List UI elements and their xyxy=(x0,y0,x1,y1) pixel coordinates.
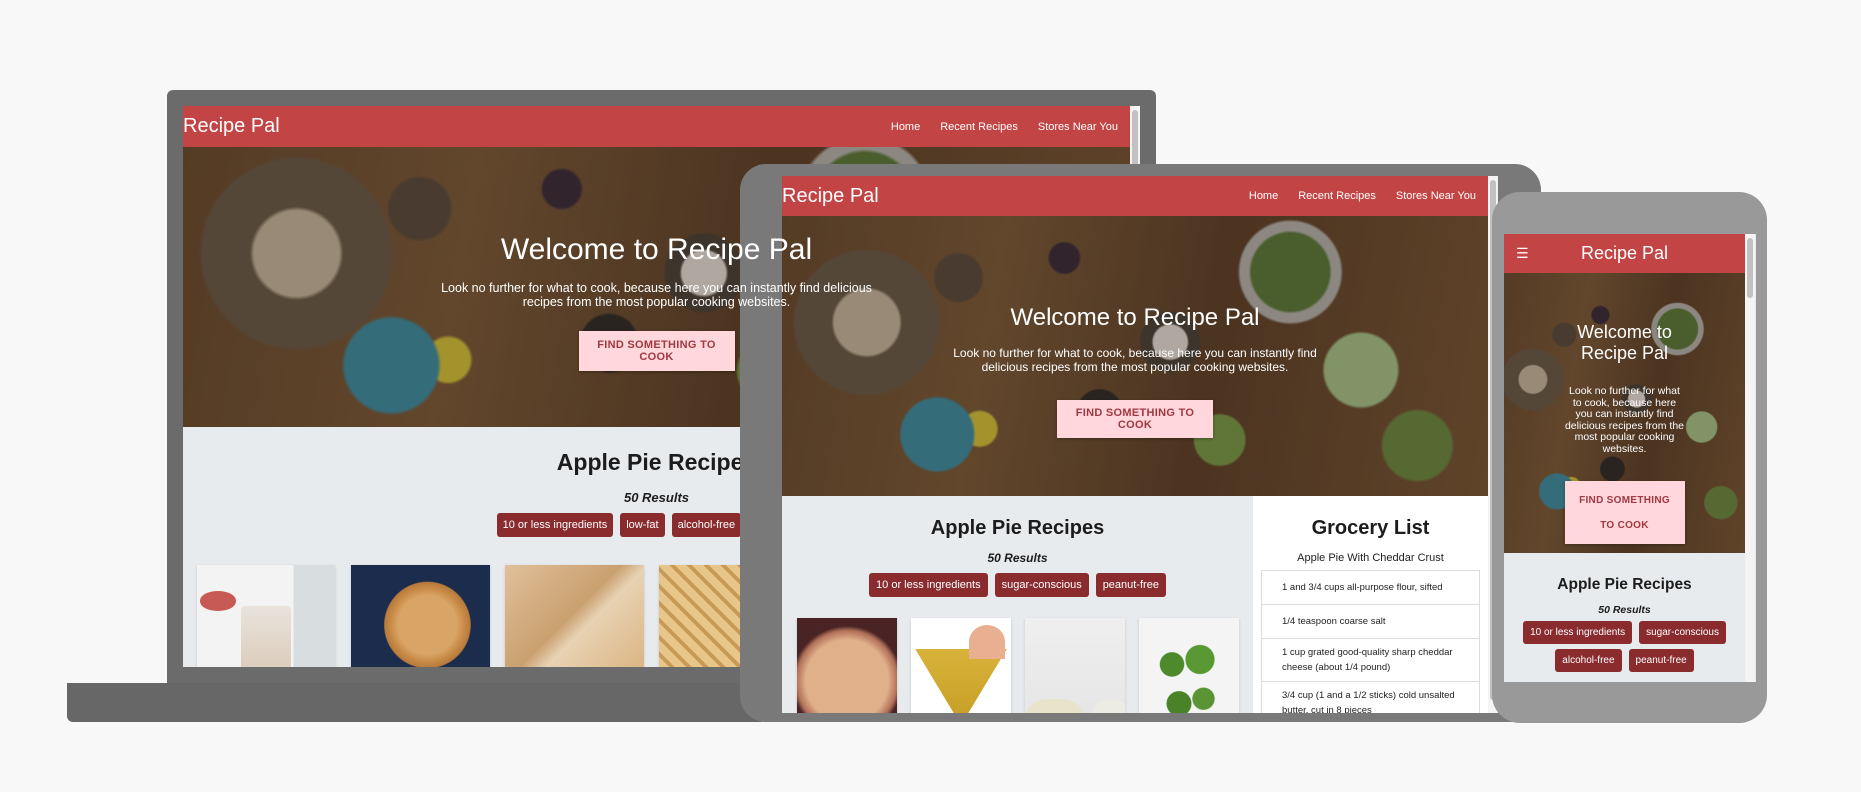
grocery-item[interactable]: 1 and 3/4 cups all-purpose flour, sifted xyxy=(1262,571,1479,605)
tag-peanut-free[interactable]: peanut-free xyxy=(1095,573,1166,597)
laptop-navbar: Recipe Pal Home Recent Recipes Stores Ne… xyxy=(183,106,1130,147)
tablet-hero: Welcome to Recipe Pal Look no further fo… xyxy=(782,216,1488,496)
grocery-list-panel: Grocery List Apple Pie With Cheddar Crus… xyxy=(1253,496,1488,713)
recipe-card-cilantro[interactable] xyxy=(1139,618,1239,713)
phone-recipes-section: Apple Pie Recipes 50 Results 10 or less … xyxy=(1504,553,1745,682)
brand-logo[interactable]: Recipe Pal xyxy=(183,115,280,138)
nav-home[interactable]: Home xyxy=(891,121,920,133)
hamburger-menu-icon[interactable]: ☰ xyxy=(1516,245,1529,262)
phone-screen: ☰ Recipe Pal Welcome to Recipe Pal Look … xyxy=(1504,234,1756,682)
tablet-hero-content: Welcome to Recipe Pal Look no further fo… xyxy=(782,216,1488,496)
recipe-card-flour-dough[interactable] xyxy=(1025,618,1125,713)
tag-alcohol-free[interactable]: alcohol-free xyxy=(1555,649,1622,672)
tag-low-fat[interactable]: low-fat xyxy=(620,513,665,537)
recipe-card-smoothie[interactable] xyxy=(197,565,335,667)
hero-title: Welcome to Recipe Pal xyxy=(1577,322,1672,363)
find-something-button[interactable]: Find Something to Cook xyxy=(578,331,735,371)
grocery-items: 1 and 3/4 cups all-purpose flour, sifted… xyxy=(1261,570,1480,713)
hero-title: Welcome to Recipe Pal xyxy=(1010,304,1260,331)
grocery-item[interactable]: 1/4 teaspoon coarse salt xyxy=(1262,605,1479,639)
nav-recent-recipes[interactable]: Recent Recipes xyxy=(1298,190,1376,202)
results-count: 50 Results xyxy=(1598,604,1651,616)
hero-title: Welcome to Recipe Pal xyxy=(500,233,813,266)
recipe-card-star-pie[interactable] xyxy=(797,618,897,713)
tablet-screen: Recipe Pal Home Recent Recipes Stores Ne… xyxy=(782,176,1498,713)
recipes-title: Apple Pie Recipes xyxy=(1557,576,1692,593)
grocery-recipe-name: Apple Pie With Cheddar Crust xyxy=(1297,552,1444,564)
nav-recent-recipes[interactable]: Recent Recipes xyxy=(940,121,1018,133)
nav-home[interactable]: Home xyxy=(1249,190,1278,202)
tag-10-or-less[interactable]: 10 or less ingredients xyxy=(496,513,614,537)
grocery-item[interactable]: 1 cup grated good-quality sharp cheddar … xyxy=(1262,639,1479,682)
nav-links: Home Recent Recipes Stores Near You xyxy=(1249,190,1488,202)
find-something-button[interactable]: Find Something to Cook xyxy=(1564,481,1685,544)
tag-sugar-conscious[interactable]: sugar-conscious xyxy=(994,573,1089,597)
phone-tags: 10 or less ingredients sugar-conscious a… xyxy=(1504,621,1745,672)
tag-alcohol-free[interactable]: alcohol-free xyxy=(671,513,742,537)
recipes-title: Apple Pie Recipes xyxy=(930,517,1105,539)
phone-hero-content: Welcome to Recipe Pal Look no further fo… xyxy=(1504,273,1745,553)
tag-10-or-less[interactable]: 10 or less ingredients xyxy=(1523,621,1633,644)
nav-stores-near-you[interactable]: Stores Near You xyxy=(1038,121,1118,133)
hero-subtitle: Look no further for what to cook, becaus… xyxy=(953,346,1317,374)
laptop-base xyxy=(67,683,767,722)
results-count: 50 Results xyxy=(987,551,1048,565)
recipe-card-apple-cocktail[interactable] xyxy=(911,618,1011,713)
hero-subtitle: Look no further for what to cook, becaus… xyxy=(1564,385,1685,455)
nav-stores-near-you[interactable]: Stores Near You xyxy=(1396,190,1476,202)
tag-sugar-conscious[interactable]: sugar-conscious xyxy=(1639,621,1726,644)
recipe-card-apple-pie[interactable] xyxy=(351,565,490,667)
brand-logo[interactable]: Recipe Pal xyxy=(1581,243,1668,264)
tag-10-or-less[interactable]: 10 or less ingredients xyxy=(869,573,988,597)
tablet-recipes-section: Apple Pie Recipes 50 Results 10 or less … xyxy=(782,496,1253,713)
tablet-content: Apple Pie Recipes 50 Results 10 or less … xyxy=(782,496,1488,713)
find-something-button[interactable]: Find Something to Cook xyxy=(1057,400,1213,438)
phone-scrollbar[interactable] xyxy=(1745,234,1755,682)
phone-hero: Welcome to Recipe Pal Look no further fo… xyxy=(1504,273,1745,553)
nav-links: Home Recent Recipes Stores Near You xyxy=(891,121,1130,133)
recipe-card-crepe[interactable] xyxy=(505,565,644,667)
tag-peanut-free[interactable]: peanut-free xyxy=(1628,649,1694,672)
grocery-title: Grocery List xyxy=(1311,517,1430,539)
phone-navbar: ☰ Recipe Pal xyxy=(1504,234,1745,273)
tablet-tags: 10 or less ingredients sugar-conscious p… xyxy=(782,573,1253,597)
grocery-item[interactable]: 3/4 cup (1 and a 1/2 sticks) cold unsalt… xyxy=(1262,682,1479,713)
